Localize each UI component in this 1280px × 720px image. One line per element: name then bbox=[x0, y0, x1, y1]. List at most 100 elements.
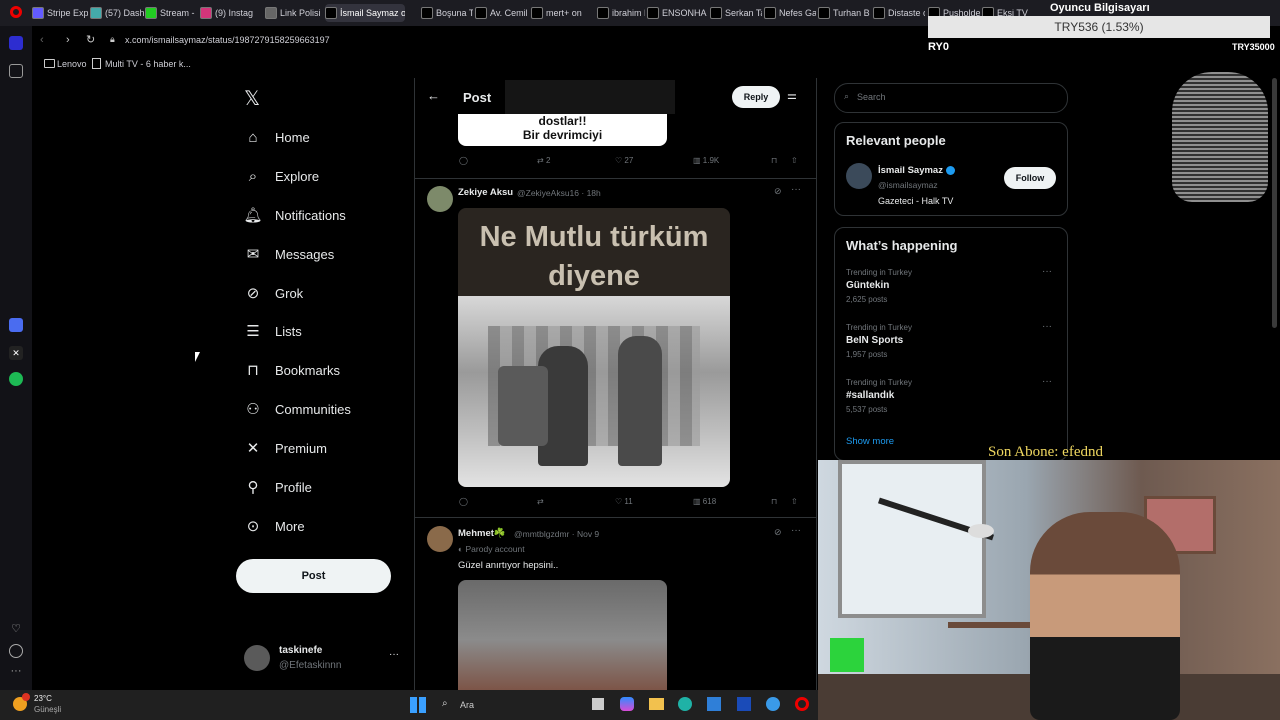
browser-tab[interactable]: (57) Dash bbox=[90, 4, 145, 22]
taskview-icon[interactable] bbox=[592, 698, 604, 710]
browser-tab[interactable]: mert+ on bbox=[531, 4, 591, 22]
views-action[interactable]: ▥ 1.9K bbox=[693, 156, 719, 165]
browser-tab[interactable]: ENSONHA bbox=[647, 4, 707, 22]
browser-tab[interactable]: Distaste c bbox=[873, 4, 925, 22]
nav-item-profile[interactable]: ⚲ Profile bbox=[244, 478, 312, 496]
post-author-name[interactable]: Zekiye Aksu bbox=[458, 187, 513, 198]
nav-item-communities[interactable]: ⚇ Communities bbox=[244, 400, 351, 418]
bookmark-multitv[interactable]: Multi TV - 6 haber k... bbox=[105, 59, 191, 69]
post-handle[interactable]: @ZekiyeAksu16 bbox=[517, 188, 579, 198]
card-title: Relevant people bbox=[846, 133, 946, 148]
reload-icon[interactable]: ↻ bbox=[86, 33, 95, 46]
search-box[interactable]: ⌕ Search bbox=[834, 83, 1068, 113]
follow-button[interactable]: Follow bbox=[1004, 167, 1056, 189]
avatar[interactable] bbox=[846, 163, 872, 189]
copilot-icon[interactable] bbox=[620, 697, 634, 711]
store-icon[interactable] bbox=[707, 697, 721, 711]
post-image[interactable] bbox=[458, 580, 667, 690]
opera-taskbar-icon[interactable] bbox=[795, 697, 809, 711]
taskbar-search[interactable]: ⌕ Ara bbox=[436, 695, 586, 715]
nav-item-notifications[interactable]: 🔔︎ Notifications bbox=[243, 206, 345, 224]
more-dots-icon[interactable]: ··· bbox=[389, 649, 399, 660]
browser-tab[interactable]: Stream - bbox=[145, 4, 200, 22]
nav-item-lists[interactable]: ☰ Lists bbox=[244, 322, 301, 340]
sliders-icon[interactable]: ⚌ bbox=[787, 89, 797, 102]
browser-tab[interactable]: Nefes Ga bbox=[764, 4, 816, 22]
trend-name[interactable]: Güntekin bbox=[846, 280, 889, 291]
retweet-action[interactable]: ⇄ bbox=[537, 497, 544, 506]
browser-tab[interactable]: Turhan Bc bbox=[818, 4, 870, 22]
browser-tab[interactable]: (9) Instag bbox=[200, 4, 260, 22]
back-arrow-icon[interactable]: ← bbox=[427, 88, 440, 103]
post-handle[interactable]: @mmtblgzdmr bbox=[514, 529, 569, 539]
history-icon[interactable] bbox=[9, 644, 23, 658]
post-author-name[interactable]: Mehmet☘️ bbox=[458, 528, 506, 539]
bookmark-action[interactable]: ⊓ bbox=[771, 156, 777, 165]
spotify-icon[interactable] bbox=[9, 372, 23, 386]
aria-icon[interactable] bbox=[9, 318, 23, 332]
opera-logo-icon[interactable] bbox=[10, 6, 22, 18]
reply-button[interactable]: Reply bbox=[732, 86, 780, 108]
retweet-action[interactable]: ⇄ 2 bbox=[537, 156, 550, 165]
browser-tab[interactable]: Boşuna T bbox=[421, 4, 473, 22]
trend-name[interactable]: BeIN Sports bbox=[846, 335, 903, 346]
trend-more-icon[interactable]: ··· bbox=[1042, 376, 1052, 387]
url-field[interactable]: x.com/ismailsaymaz/status/19872791582596… bbox=[125, 35, 330, 45]
more-dots-icon[interactable]: ··· bbox=[791, 184, 801, 195]
forward-nav-icon[interactable]: › bbox=[66, 34, 70, 46]
more-icon[interactable]: ··· bbox=[9, 664, 23, 678]
file-explorer-icon[interactable] bbox=[649, 698, 664, 710]
edge-icon[interactable] bbox=[678, 697, 692, 711]
browser-tab[interactable]: ibrahim H bbox=[597, 4, 645, 22]
nav-item-messages[interactable]: ✉ Messages bbox=[244, 245, 335, 263]
more-dots-icon[interactable]: ··· bbox=[791, 525, 801, 536]
trend-more-icon[interactable]: ··· bbox=[1042, 266, 1052, 277]
trend-name[interactable]: #sallandık bbox=[846, 390, 894, 401]
heart-icon[interactable]: ♡ bbox=[9, 622, 23, 636]
prev-post-image[interactable]: dostlar!! Bir devrimciyi bbox=[458, 114, 667, 146]
like-action[interactable]: ♡ 27 bbox=[615, 156, 633, 165]
tab-label: Av. Cemil bbox=[490, 8, 527, 18]
avatar[interactable] bbox=[427, 526, 453, 552]
nav-item-more[interactable]: ⊙ More bbox=[244, 517, 305, 535]
home-icon[interactable] bbox=[9, 36, 23, 50]
bookmark-lenovo[interactable]: Lenovo bbox=[57, 59, 87, 69]
grok-icon[interactable]: ⊘ bbox=[774, 186, 782, 197]
person-name[interactable]: İsmail Saymaz bbox=[878, 165, 955, 176]
nav-item-explore[interactable]: ⌕ Explore bbox=[244, 167, 319, 185]
account-switcher[interactable]: taskinefe @Efetaskinnn ··· bbox=[244, 643, 404, 673]
browser-tab[interactable]: Link Polisi bbox=[265, 4, 323, 22]
grok-icon[interactable]: ⊘ bbox=[774, 527, 782, 538]
nav-item-premium[interactable]: ✕ Premium bbox=[244, 439, 327, 457]
post-button[interactable]: Post bbox=[236, 559, 391, 593]
globe-icon[interactable] bbox=[766, 697, 780, 711]
share-action[interactable]: ⇧ bbox=[791, 156, 798, 165]
reply-action[interactable]: ◯ bbox=[459, 497, 468, 506]
weather-temp[interactable]: 23°C bbox=[34, 694, 52, 703]
x-logo-icon[interactable]: 𝕏 bbox=[244, 86, 260, 111]
like-count: 27 bbox=[624, 156, 634, 165]
share-action[interactable]: ⇧ bbox=[791, 497, 798, 506]
show-more-link[interactable]: Show more bbox=[846, 436, 894, 447]
browser-tab[interactable]: Serkan Ta bbox=[710, 4, 762, 22]
like-action[interactable]: ♡ 11 bbox=[615, 497, 633, 506]
trend-more-icon[interactable]: ··· bbox=[1042, 321, 1052, 332]
windows-start-icon[interactable] bbox=[410, 697, 426, 713]
avatar[interactable] bbox=[427, 186, 453, 212]
star-icon[interactable] bbox=[9, 64, 23, 78]
lenovo-icon[interactable] bbox=[737, 697, 751, 711]
bookmark-action[interactable]: ⊓ bbox=[771, 497, 777, 506]
nav-item-bookmarks[interactable]: ⊓ Bookmarks bbox=[244, 361, 340, 379]
nav-item-home[interactable]: ⌂ Home bbox=[244, 128, 309, 146]
browser-tab[interactable]: Stripe Exp bbox=[32, 4, 88, 22]
x-app-icon[interactable]: ✕ bbox=[9, 346, 23, 360]
browser-tab[interactable]: Av. Cemil bbox=[475, 4, 527, 22]
post-image[interactable]: Ne Mutlu türküm diyene bbox=[458, 208, 730, 487]
reply-action[interactable]: ◯ bbox=[459, 156, 468, 165]
page-scrollbar[interactable] bbox=[1272, 78, 1277, 328]
browser-tab[interactable]: İsmail Saymaz on bbox=[325, 4, 405, 22]
views-action[interactable]: ▥ 618 bbox=[693, 497, 716, 506]
back-nav-icon[interactable]: ‹ bbox=[40, 34, 44, 46]
person-handle[interactable]: @ismailsaymaz bbox=[878, 180, 938, 190]
nav-item-grok[interactable]: ⊘ Grok bbox=[244, 284, 303, 302]
